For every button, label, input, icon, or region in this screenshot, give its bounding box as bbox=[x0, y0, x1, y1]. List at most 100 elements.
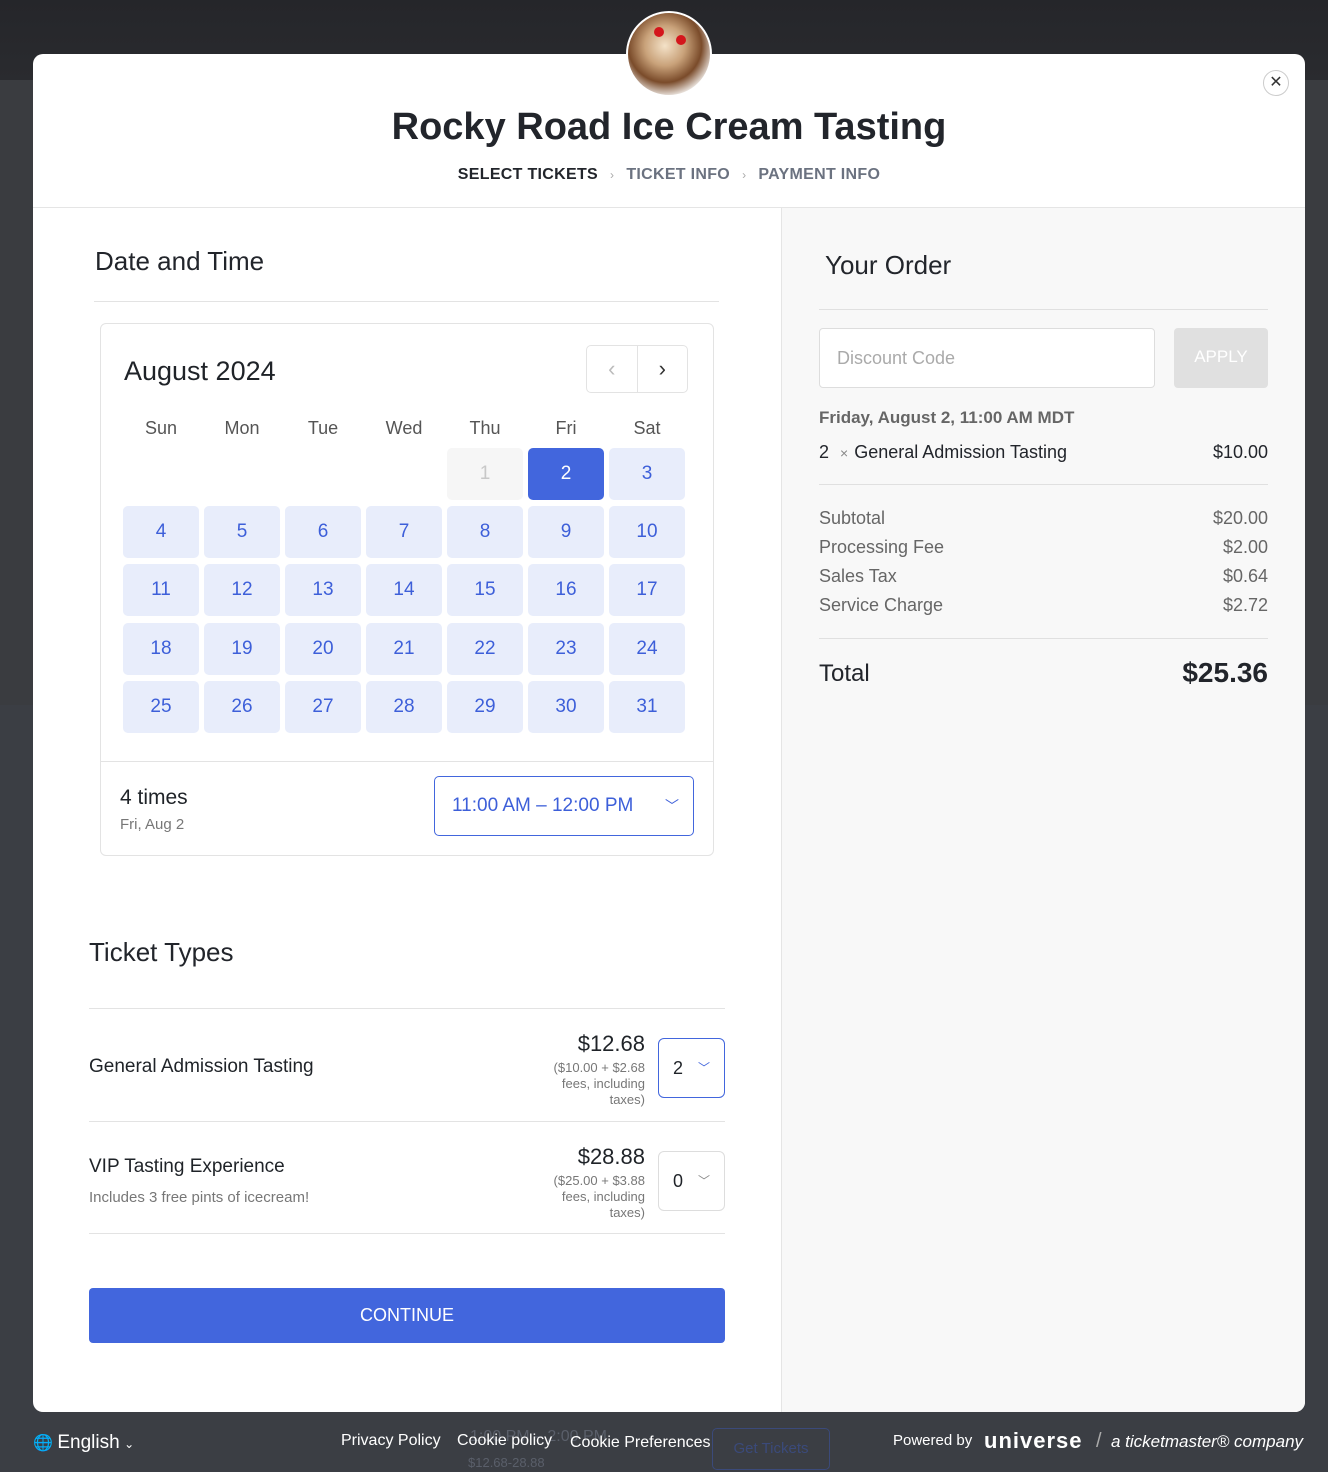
calendar-day-7[interactable]: 7 bbox=[366, 506, 442, 558]
summary-label: Processing Fee bbox=[819, 537, 945, 557]
step-ticket-info: TICKET INFO bbox=[626, 166, 731, 183]
order-line: 2 × General Admission Tasting bbox=[819, 442, 1067, 463]
calendar-day-31[interactable]: 31 bbox=[609, 681, 685, 733]
calendar-day-22[interactable]: 22 bbox=[447, 623, 523, 675]
chevron-right-icon: › bbox=[610, 168, 615, 182]
divider bbox=[819, 638, 1268, 639]
calendar-day-25[interactable]: 25 bbox=[123, 681, 199, 733]
calendar-day-29[interactable]: 29 bbox=[447, 681, 523, 733]
calendar-day-20[interactable]: 20 bbox=[285, 623, 361, 675]
quantity-value: 2 bbox=[673, 1058, 684, 1078]
calendar-day-24[interactable]: 24 bbox=[609, 623, 685, 675]
chevron-down-icon: ﹀ bbox=[697, 1061, 710, 1075]
ticket-price: $12.68 bbox=[577, 1031, 645, 1056]
calendar-month: August 2024 bbox=[124, 356, 276, 386]
chevron-down-icon: ﹀ bbox=[665, 798, 679, 814]
weekday-label: Wed bbox=[385, 418, 423, 438]
calendar-day-15[interactable]: 15 bbox=[447, 564, 523, 616]
times-count: 4 times bbox=[120, 786, 188, 809]
order-panel: Your Order Discount Code APPLY Friday, A… bbox=[781, 208, 1305, 1412]
calendar-day-5[interactable]: 5 bbox=[204, 506, 280, 558]
time-select[interactable]: 11:00 AM – 12:00 PM ﹀ bbox=[434, 776, 694, 836]
prev-month-button[interactable]: ‹ bbox=[587, 346, 638, 392]
calendar-day-17[interactable]: 17 bbox=[609, 564, 685, 616]
calendar-day-14[interactable]: 14 bbox=[366, 564, 442, 616]
calendar-day-8[interactable]: 8 bbox=[447, 506, 523, 558]
ticket-name: General Admission Tasting bbox=[89, 1056, 314, 1077]
checkout-steps: SELECT TICKETS › TICKET INFO › PAYMENT INFO bbox=[33, 166, 1305, 184]
calendar-day-21[interactable]: 21 bbox=[366, 623, 442, 675]
calendar-day-11[interactable]: 11 bbox=[123, 564, 199, 616]
calendar-day-19[interactable]: 19 bbox=[204, 623, 280, 675]
times-icon: × bbox=[840, 445, 849, 461]
powered-by: Powered by bbox=[893, 1432, 973, 1449]
chevron-down-icon: ﹀ bbox=[697, 1174, 710, 1188]
summary-label: Subtotal bbox=[819, 508, 886, 528]
bg-range: $12.68-28.88 bbox=[468, 1455, 545, 1470]
calendar-day-1: 1 bbox=[447, 448, 523, 500]
summary-label: Sales Tax bbox=[819, 566, 897, 586]
summary-value: $20.00 bbox=[1212, 508, 1268, 528]
continue-button[interactable]: CONTINUE bbox=[89, 1288, 725, 1343]
globe-icon: 🌐 bbox=[33, 1435, 53, 1452]
quantity-select[interactable]: 0 ﹀ bbox=[658, 1151, 725, 1211]
checkout-modal: ✕ Rocky Road Ice Cream Tasting SELECT TI… bbox=[33, 54, 1305, 1412]
calendar-day-16[interactable]: 16 bbox=[528, 564, 604, 616]
calendar-day-4[interactable]: 4 bbox=[123, 506, 199, 558]
calendar-day-10[interactable]: 10 bbox=[609, 506, 685, 558]
step-payment-info: PAYMENT INFO bbox=[758, 166, 881, 183]
chevron-right-icon: › bbox=[742, 168, 747, 182]
calendar-day-12[interactable]: 12 bbox=[204, 564, 280, 616]
weekday-label: Tue bbox=[307, 418, 339, 438]
calendar: August 2024 ‹ › Sun Mon Tue Wed Thu Fri Sat 1 2 3… bbox=[100, 323, 714, 856]
quantity-value: 0 bbox=[673, 1171, 684, 1191]
language-select[interactable]: 🌐 English ⌄ bbox=[33, 1432, 134, 1454]
event-image bbox=[626, 11, 712, 97]
times-date: Fri, Aug 2 bbox=[120, 816, 185, 833]
apply-button[interactable]: APPLY bbox=[1174, 328, 1268, 388]
cookie-policy-link[interactable]: Cookie policy bbox=[457, 1432, 552, 1450]
ticket-row: VIP Tasting Experience Includes 3 free p… bbox=[89, 1121, 725, 1234]
divider: / bbox=[1096, 1430, 1102, 1452]
close-icon: ✕ bbox=[1269, 74, 1283, 91]
calendar-day-18[interactable]: 18 bbox=[123, 623, 199, 675]
weekday-label: Thu bbox=[469, 418, 501, 438]
calendar-day-6[interactable]: 6 bbox=[285, 506, 361, 558]
ticket-price: $28.88 bbox=[577, 1144, 645, 1169]
ticket-fees: ($10.00 + $2.68 fees, including taxes) bbox=[553, 1060, 645, 1107]
order-date: Friday, August 2, 11:00 AM MDT bbox=[819, 408, 1075, 427]
calendar-day-9[interactable]: 9 bbox=[528, 506, 604, 558]
quantity-select[interactable]: 2 ﹀ bbox=[658, 1038, 725, 1098]
cookie-preferences-link[interactable]: Cookie Preferences bbox=[570, 1434, 711, 1452]
language-label: English bbox=[57, 1432, 120, 1453]
ticket-fees: ($25.00 + $3.88 fees, including taxes) bbox=[553, 1173, 645, 1220]
ticket-name: VIP Tasting Experience bbox=[89, 1156, 285, 1177]
weekday-label: Sat bbox=[633, 418, 661, 438]
discount-code-input[interactable]: Discount Code bbox=[819, 328, 1155, 388]
line-qty: 2 bbox=[819, 442, 830, 462]
calendar-day-13[interactable]: 13 bbox=[285, 564, 361, 616]
line-name: General Admission Tasting bbox=[854, 442, 1068, 462]
event-title: Rocky Road Ice Cream Tasting bbox=[391, 106, 947, 148]
calendar-day-28[interactable]: 28 bbox=[366, 681, 442, 733]
time-select-value: 11:00 AM – 12:00 PM bbox=[452, 795, 634, 816]
calendar-day-26[interactable]: 26 bbox=[204, 681, 280, 733]
summary-value: $2.72 bbox=[1222, 595, 1268, 615]
total-label: Total bbox=[819, 660, 870, 687]
divider bbox=[819, 309, 1268, 310]
calendar-day-30[interactable]: 30 bbox=[528, 681, 604, 733]
privacy-policy-link[interactable]: Privacy Policy bbox=[341, 1432, 441, 1450]
calendar-day-27[interactable]: 27 bbox=[285, 681, 361, 733]
close-button[interactable]: ✕ bbox=[1263, 70, 1289, 96]
next-month-button[interactable]: › bbox=[638, 346, 688, 392]
calendar-day-2[interactable]: 2 bbox=[528, 448, 604, 500]
total-value: $25.36 bbox=[1182, 657, 1268, 688]
divider bbox=[819, 484, 1268, 485]
ticket-row: General Admission Tasting $12.68 ($10.00… bbox=[89, 1008, 725, 1121]
calendar-day-23[interactable]: 23 bbox=[528, 623, 604, 675]
calendar-day-3[interactable]: 3 bbox=[609, 448, 685, 500]
summary-label: Service Charge bbox=[819, 595, 944, 615]
summary-value: $2.00 bbox=[1222, 537, 1268, 557]
month-nav: ‹ › bbox=[586, 345, 688, 393]
ticket-description: Includes 3 free pints of icecream! bbox=[89, 1189, 310, 1206]
